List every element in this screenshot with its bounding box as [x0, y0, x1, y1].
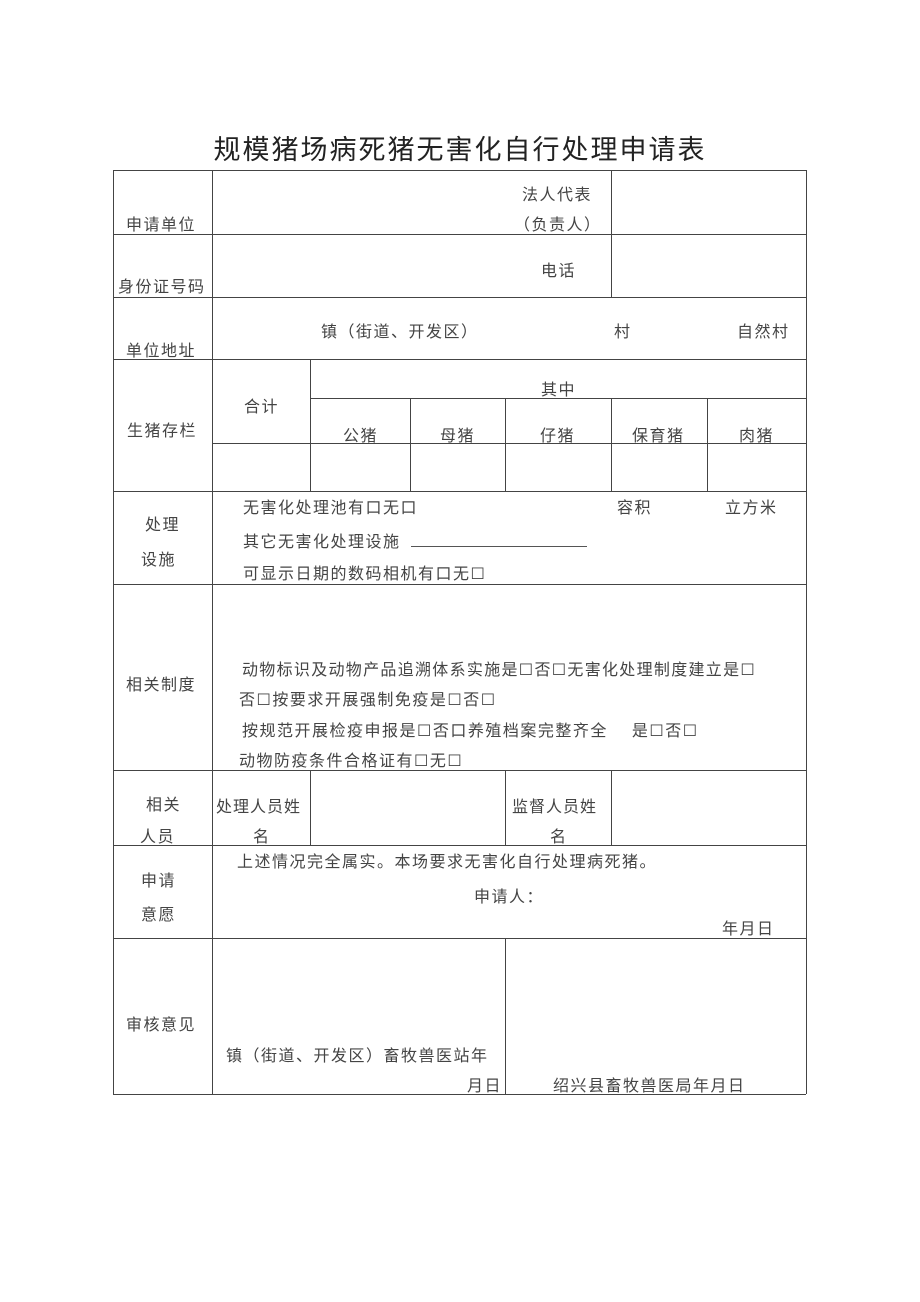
column-divider: [611, 770, 612, 845]
stock-piglet-field[interactable]: [507, 445, 609, 489]
facility-camera-question[interactable]: 可显示日期的数码相机有口无☐: [243, 560, 486, 584]
label-column-divider: [212, 170, 213, 1094]
facility-other-label: 其它无害化处理设施: [243, 532, 401, 551]
stock-of-which-header: 其中: [541, 380, 577, 399]
systems-line1[interactable]: 动物标识及动物产品追溯体系实施是☐否☐无害化处理制度建立是☐: [242, 656, 756, 680]
stock-finisher-field[interactable]: [709, 445, 804, 489]
stock-total-header: 合计: [244, 397, 280, 416]
facility-label-line1: 处理: [145, 515, 181, 534]
column-divider: [505, 770, 506, 845]
phone-label: 电话: [541, 261, 577, 280]
applicant-label: 申请单位: [126, 215, 197, 234]
facility-pool-question[interactable]: 无害化处理池有口无口: [243, 494, 418, 518]
stock-category-nursery: 保育猪: [632, 426, 685, 445]
stock-category-piglet: 仔猪: [540, 426, 576, 445]
column-divider: [505, 938, 506, 1094]
stock-category-boar: 公猪: [343, 426, 379, 445]
systems-line2[interactable]: 否☐按要求开展强制免疫是☐否☐: [239, 686, 497, 710]
intent-applicant-signature[interactable]: 申请人：: [474, 883, 544, 907]
handler-name-label: 处理人员姓: [216, 797, 302, 816]
systems-line3[interactable]: 按规范开展检疫申报是☐否口养殖档案完整齐全 是☐否☐: [242, 717, 699, 741]
stock-nursery-field[interactable]: [613, 445, 705, 489]
supervisor-name-label: 监督人员姓: [512, 797, 598, 816]
applicant-field[interactable]: [214, 172, 504, 232]
column-divider: [611, 170, 612, 297]
column-divider: [310, 770, 311, 845]
legal-rep-field[interactable]: [613, 172, 803, 232]
review-label: 审核意见: [126, 1015, 197, 1034]
form-title: 规模猪场病死猪无害化自行处理申请表: [213, 135, 707, 166]
address-label: 单位地址: [126, 341, 197, 360]
row-divider: [113, 938, 806, 939]
intent-date[interactable]: 年月日: [722, 915, 775, 939]
column-divider: [410, 398, 411, 491]
facility-volume-label: 容积: [617, 498, 653, 517]
personnel-label-line2: 人员: [140, 827, 176, 846]
facility-other-input-line[interactable]: [411, 546, 587, 547]
row-divider: [113, 845, 806, 846]
facility-volume-unit: 立方米: [725, 498, 778, 517]
row-divider: [113, 359, 806, 360]
county-bureau-signature: 绍兴县畜牧兽医局年月日: [553, 1076, 746, 1095]
handler-name-label-sub: 名: [253, 827, 271, 846]
table-border-left: [113, 170, 114, 1094]
stock-total-field[interactable]: [214, 445, 308, 489]
address-natural-village: 自然村: [737, 322, 790, 341]
id-number-field[interactable]: [214, 236, 514, 295]
supervisor-name-field[interactable]: [613, 772, 803, 843]
town-station-opinion-field[interactable]: [214, 940, 503, 1030]
intent-statement: 上述情况完全属实。本场要求无害化自行处理病死猪。: [237, 852, 658, 871]
row-divider: [113, 234, 806, 235]
table-border-right: [806, 170, 807, 1094]
intent-label-line2: 意愿: [141, 905, 177, 924]
row-divider: [113, 297, 806, 298]
personnel-label-line1: 相关: [146, 795, 182, 814]
handler-name-field[interactable]: [312, 772, 503, 843]
address-town: 镇（街道、开发区）: [321, 322, 479, 341]
legal-rep-label: 法人代表: [522, 185, 593, 204]
phone-field[interactable]: [613, 236, 803, 295]
stock-boar-field[interactable]: [312, 445, 408, 489]
row-divider: [212, 443, 806, 444]
stock-label: 生猪存栏: [127, 421, 198, 440]
id-number-label: 身份证号码: [118, 277, 206, 296]
intent-label-line1: 申请: [141, 871, 177, 890]
column-divider: [611, 398, 612, 491]
town-station-date: 月日: [467, 1076, 503, 1095]
row-divider: [113, 491, 806, 492]
stock-category-finisher: 肉猪: [739, 426, 775, 445]
stock-sow-field[interactable]: [412, 445, 503, 489]
systems-line4[interactable]: 动物防疫条件合格证有☐无☐: [239, 747, 463, 771]
stock-category-sow: 母猪: [440, 426, 476, 445]
address-village: 村: [614, 322, 632, 341]
facility-label-line2: 设施: [141, 550, 177, 569]
table-border-top: [113, 170, 806, 171]
county-bureau-opinion-field[interactable]: [507, 940, 803, 1060]
town-station-signature: 镇（街道、开发区）畜牧兽医站年: [226, 1046, 489, 1065]
column-divider: [505, 398, 506, 491]
column-divider: [310, 359, 311, 491]
legal-rep-label-sub: （负责人）: [514, 215, 602, 234]
row-divider: [113, 584, 806, 585]
systems-label: 相关制度: [126, 675, 197, 694]
column-divider: [707, 398, 708, 491]
supervisor-name-label-sub: 名: [550, 827, 568, 846]
